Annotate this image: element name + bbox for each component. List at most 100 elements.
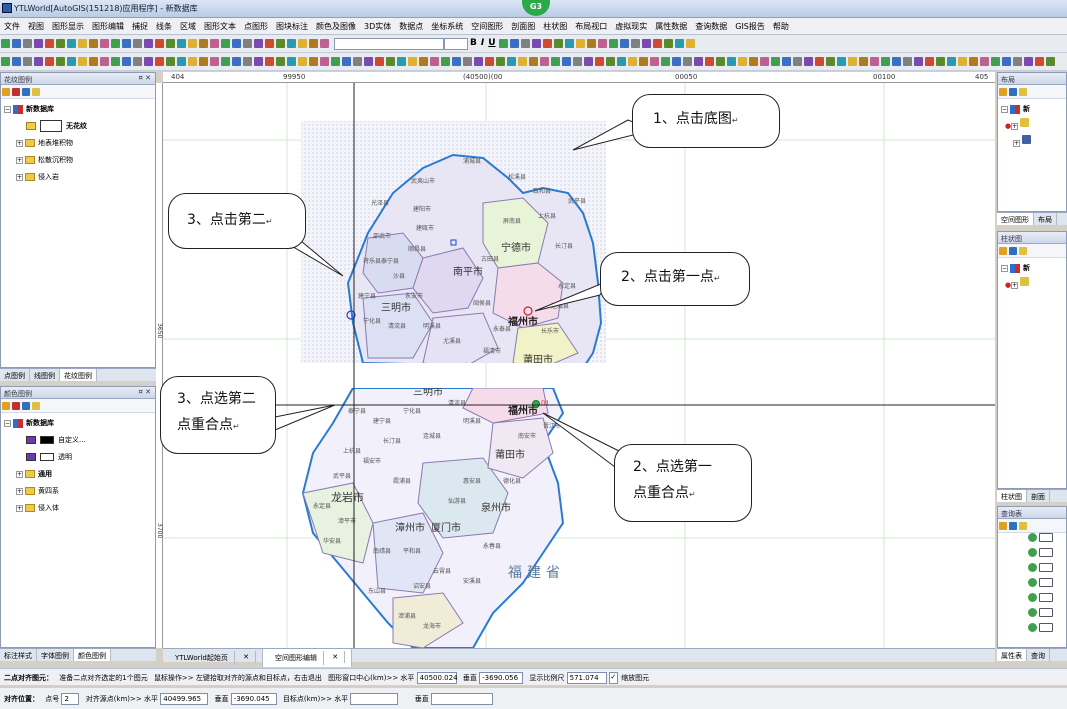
toolbar-button-icon[interactable] xyxy=(793,57,802,66)
menu-item[interactable]: 图形编辑 xyxy=(88,18,128,35)
target-x-field[interactable] xyxy=(350,693,399,705)
query-row[interactable] xyxy=(998,578,1066,593)
underline-icon[interactable]: U xyxy=(488,38,495,48)
tree-root[interactable]: − 新数据库 xyxy=(4,101,155,118)
toolbar-button-icon[interactable] xyxy=(1013,57,1022,66)
toolbar-button-icon[interactable] xyxy=(562,57,571,66)
toolbar-button-icon[interactable] xyxy=(210,39,219,48)
toolbar-button-icon[interactable] xyxy=(641,39,651,48)
tab-section[interactable]: 剖面 xyxy=(1027,490,1050,502)
filter-icon[interactable] xyxy=(999,247,1007,255)
toolbar-button-icon[interactable] xyxy=(1,39,10,48)
toolbar-button-icon[interactable] xyxy=(210,57,219,66)
expand-icon[interactable]: + xyxy=(1011,122,1019,130)
toolbar-button-icon[interactable] xyxy=(232,39,241,48)
toolbar-button-icon[interactable] xyxy=(188,57,197,66)
toolbar-button-icon[interactable] xyxy=(1046,57,1055,66)
toolbar-button-icon[interactable] xyxy=(1035,57,1044,66)
menu-item[interactable]: GIS报告 xyxy=(731,18,769,35)
toolbar-button-icon[interactable] xyxy=(925,57,934,66)
tab-spatial[interactable]: 空间图形 xyxy=(997,213,1034,225)
menu-item[interactable]: 柱状图 xyxy=(539,18,571,35)
toolbar-button-icon[interactable] xyxy=(738,57,747,66)
toolbar-button-icon[interactable] xyxy=(243,39,252,48)
source-x-field[interactable]: 40499.965 xyxy=(160,693,209,705)
toolbar-button-icon[interactable] xyxy=(320,39,329,48)
toolbar-button-icon[interactable] xyxy=(287,39,296,48)
menu-item[interactable]: 帮助 xyxy=(769,18,793,35)
toolbar-button-icon[interactable] xyxy=(397,57,406,66)
toolbar-button-icon[interactable] xyxy=(122,57,131,66)
toolbar-button-icon[interactable] xyxy=(276,57,285,66)
toolbar-button-icon[interactable] xyxy=(848,57,857,66)
tab-spatial-edit[interactable]: 空间图形编辑 ✕ xyxy=(262,649,353,667)
toolbar-button-icon[interactable] xyxy=(177,39,186,48)
toolbar-button-icon[interactable] xyxy=(419,57,428,66)
toolbar-button-icon[interactable] xyxy=(881,57,890,66)
toolbar-button-icon[interactable] xyxy=(826,57,835,66)
toolbar-button-icon[interactable] xyxy=(496,57,505,66)
expand-icon[interactable]: + xyxy=(1011,281,1019,289)
target-y-field[interactable] xyxy=(430,693,493,705)
menu-item[interactable]: 捕捉 xyxy=(128,18,152,35)
toolbar-button-icon[interactable] xyxy=(498,39,508,48)
toolbar-button-icon[interactable] xyxy=(133,39,142,48)
toolbar-button-icon[interactable] xyxy=(628,57,637,66)
toolbar-button-icon[interactable] xyxy=(463,57,472,66)
view-icon[interactable] xyxy=(1009,247,1017,255)
folder-icon[interactable] xyxy=(32,402,40,410)
toolbar-button-icon[interactable] xyxy=(309,57,318,66)
toolbar-button-icon[interactable] xyxy=(1002,57,1011,66)
toolbar-button-icon[interactable] xyxy=(542,39,552,48)
first-coincident-point[interactable] xyxy=(532,400,540,408)
toolbar-button-icon[interactable] xyxy=(265,57,274,66)
toolbar-button-icon[interactable] xyxy=(1,57,10,66)
base-map-image-top[interactable]: 南平市 三明市 宁德市 福州市 莆田市 浦城县松溪县政和县 武夷山市建阳市建瓯市 光… xyxy=(301,121,606,370)
menu-item[interactable]: 文件 xyxy=(0,18,24,35)
query-row[interactable] xyxy=(998,533,1066,548)
expand-icon[interactable]: + xyxy=(16,173,23,181)
filter-icon[interactable] xyxy=(999,88,1007,96)
tree-item[interactable]: ●+ xyxy=(1001,277,1066,294)
toolbar-button-icon[interactable] xyxy=(111,57,120,66)
toolbar-button-icon[interactable] xyxy=(683,57,692,66)
view-icon[interactable] xyxy=(1009,88,1017,96)
tab-column[interactable]: 柱状图 xyxy=(997,490,1027,502)
toolbar-button-icon[interactable] xyxy=(619,39,629,48)
toolbar-button-icon[interactable] xyxy=(969,57,978,66)
toolbar-button-icon[interactable] xyxy=(133,57,142,66)
layer-combo[interactable] xyxy=(334,38,444,50)
source-y-field[interactable]: -3690.045 xyxy=(230,693,277,705)
toolbar-button-icon[interactable] xyxy=(553,39,563,48)
scale-field[interactable]: 571.074 xyxy=(566,672,607,684)
tree-item[interactable]: + 地表堆积物 xyxy=(4,135,155,152)
expand-icon[interactable]: + xyxy=(16,139,23,147)
filter-icon[interactable] xyxy=(2,402,10,410)
menu-item[interactable]: 图形显示 xyxy=(48,18,88,35)
toolbar-button-icon[interactable] xyxy=(100,57,109,66)
toolbar-button-icon[interactable] xyxy=(188,39,197,48)
menu-item[interactable]: 图形文本 xyxy=(200,18,240,35)
filter-icon[interactable] xyxy=(2,88,10,96)
toolbar-button-icon[interactable] xyxy=(375,57,384,66)
menu-item[interactable]: 视图 xyxy=(24,18,48,35)
menu-item[interactable]: 颜色及图像 xyxy=(312,18,360,35)
collapse-icon[interactable]: − xyxy=(1001,105,1008,113)
tree-item[interactable]: ●+ xyxy=(1001,118,1066,135)
toolbar-button-icon[interactable] xyxy=(408,57,417,66)
toolbar-button-icon[interactable] xyxy=(595,57,604,66)
toolbar-button-icon[interactable] xyxy=(892,57,901,66)
toolbar-button-icon[interactable] xyxy=(586,39,596,48)
toolbar-button-icon[interactable] xyxy=(221,39,230,48)
menu-item[interactable]: 点图形 xyxy=(240,18,272,35)
toolbar-button-icon[interactable] xyxy=(23,57,32,66)
toolbar-button-icon[interactable] xyxy=(760,57,769,66)
toolbar-button-icon[interactable] xyxy=(672,57,681,66)
tree-item[interactable]: + 松散沉积物 xyxy=(4,152,155,169)
toolbar-button-icon[interactable] xyxy=(531,39,541,48)
toolbar-button-icon[interactable] xyxy=(254,39,263,48)
toolbar-button-icon[interactable] xyxy=(694,57,703,66)
toolbar-button-icon[interactable] xyxy=(386,57,395,66)
tree-root[interactable]: − 新 xyxy=(1001,101,1066,118)
toolbar-button-icon[interactable] xyxy=(564,39,574,48)
